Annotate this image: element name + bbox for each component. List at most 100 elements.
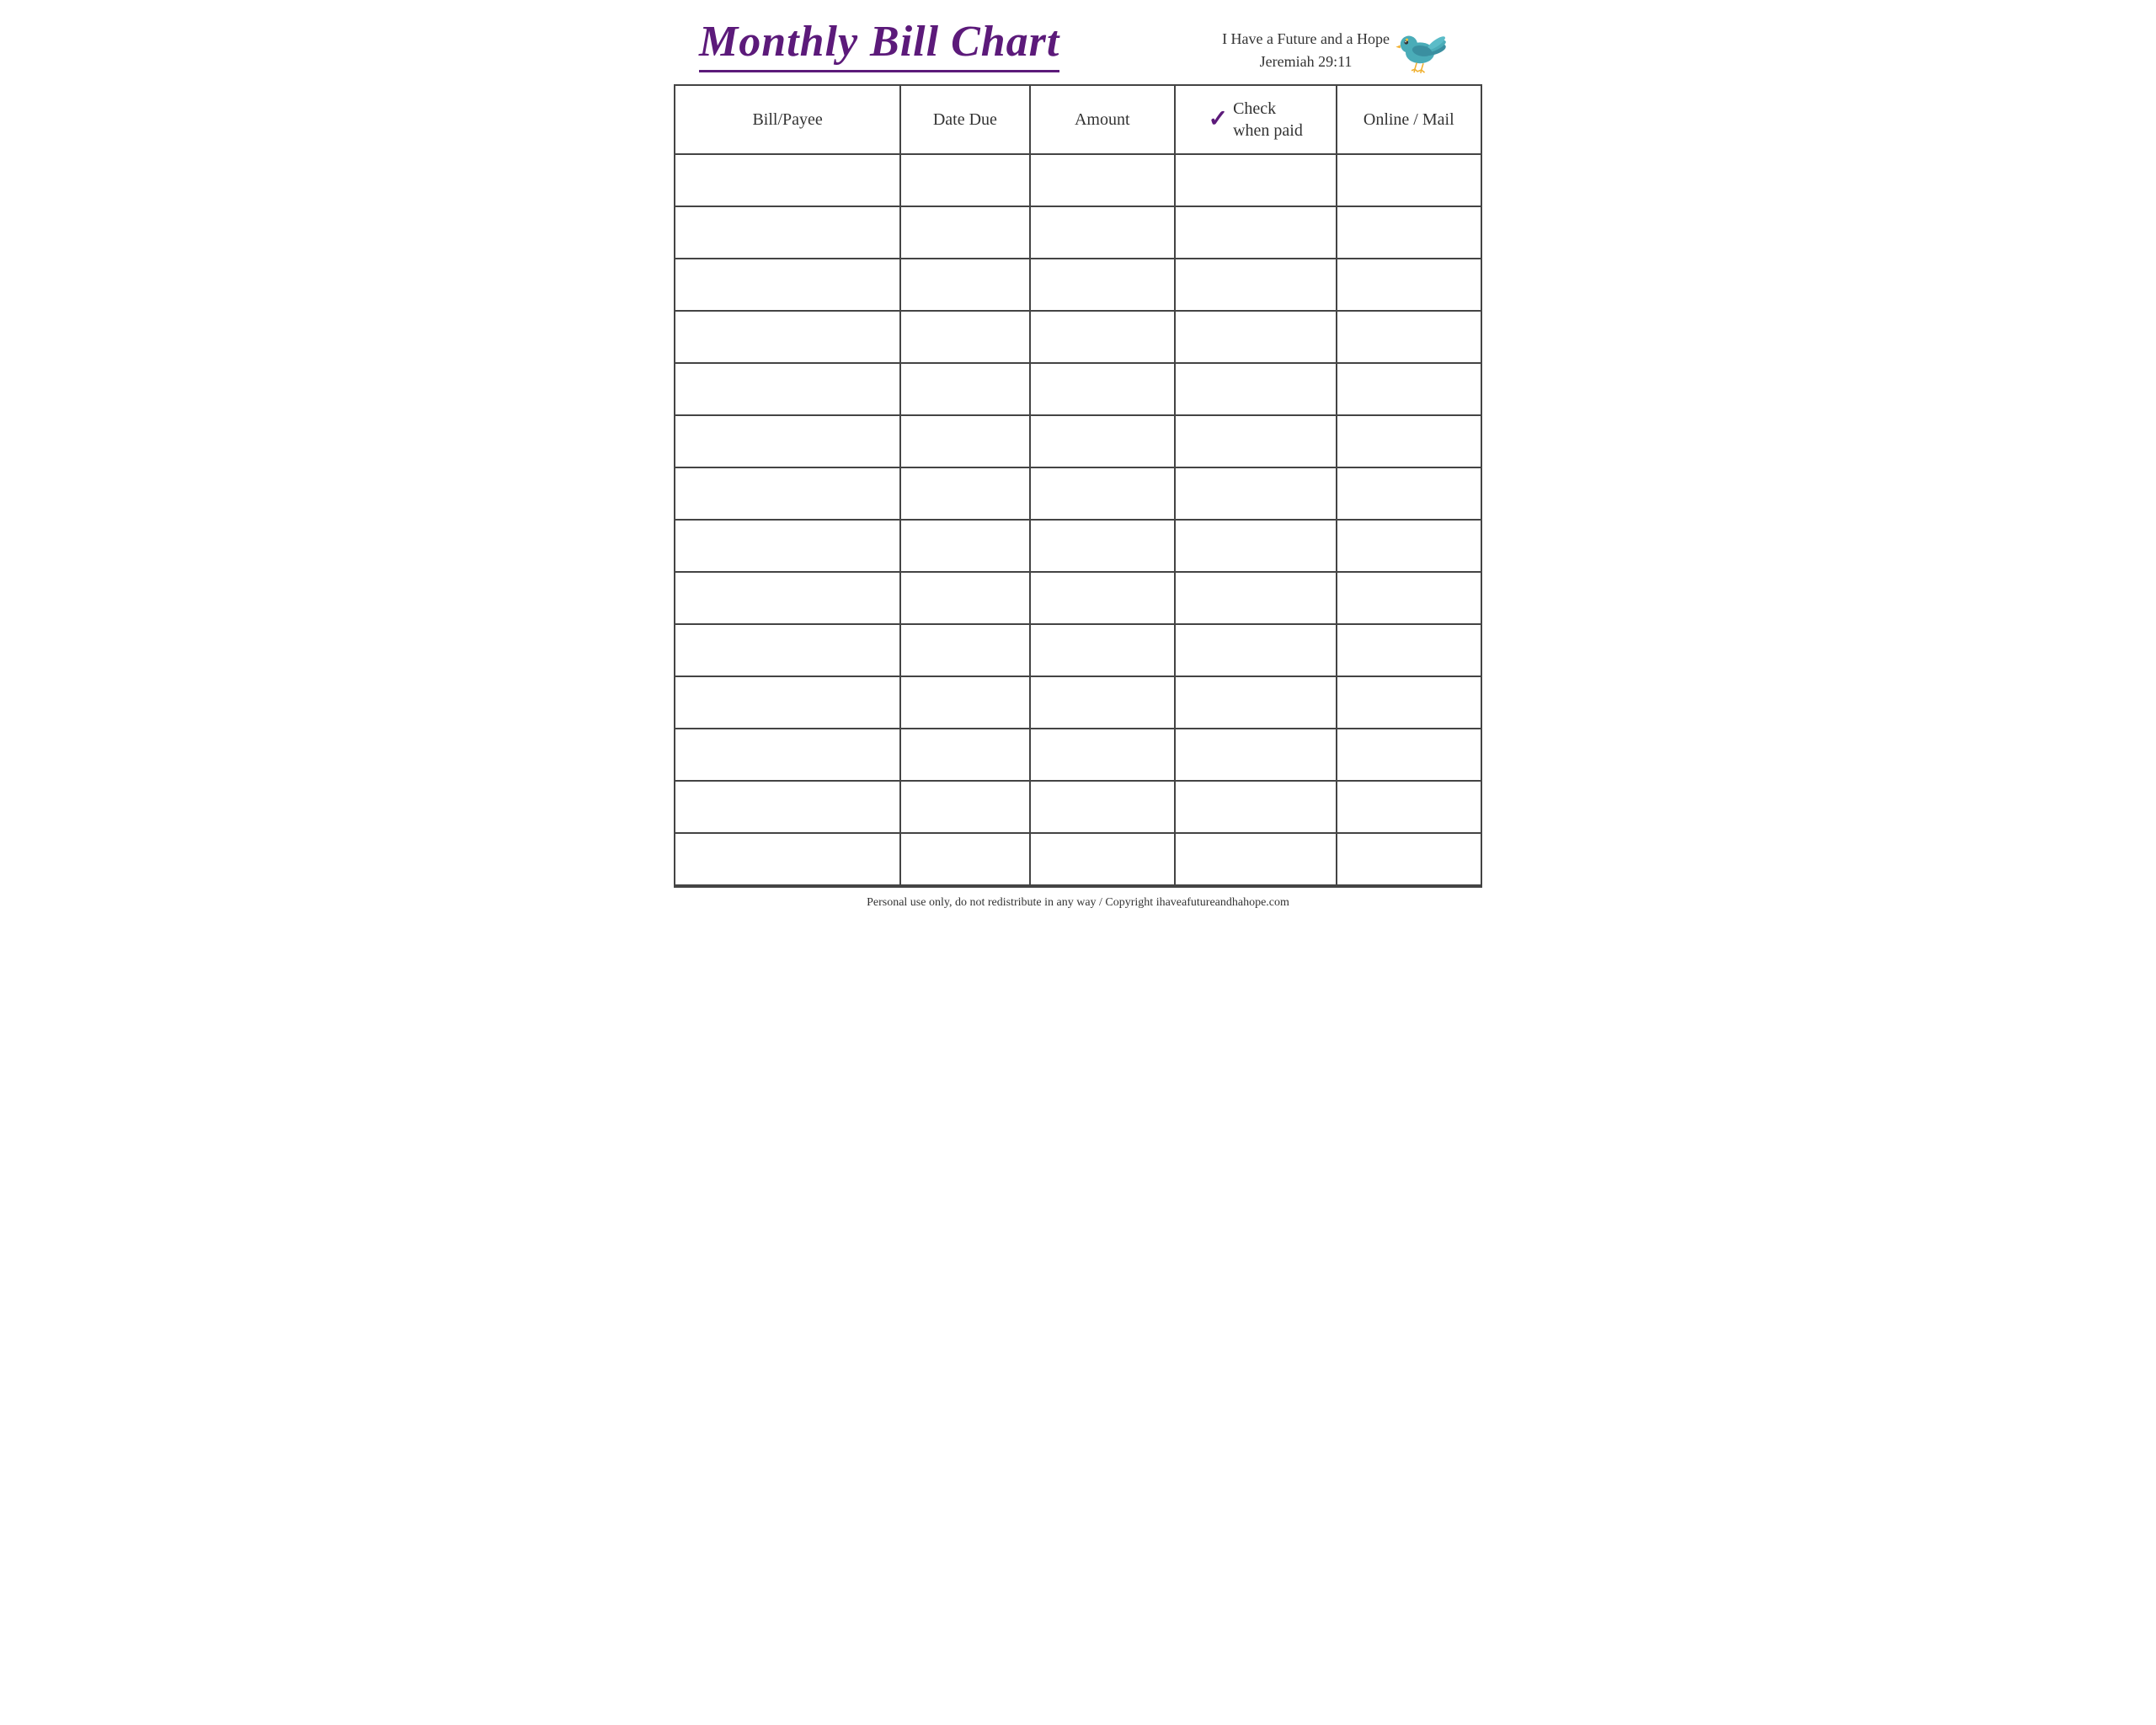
checkmark-icon: ✓ bbox=[1209, 108, 1228, 131]
table-cell bbox=[1337, 363, 1481, 415]
col-header-online-mail: Online / Mail bbox=[1337, 85, 1481, 154]
table-row bbox=[675, 206, 1481, 259]
table-cell bbox=[1337, 833, 1481, 885]
table-cell bbox=[1175, 415, 1337, 467]
table-cell bbox=[1030, 206, 1175, 259]
table-row bbox=[675, 363, 1481, 415]
table-cell bbox=[675, 676, 900, 729]
table-cell bbox=[675, 415, 900, 467]
page-title: Monthly Bill Chart bbox=[699, 17, 1059, 72]
table-cell bbox=[900, 259, 1029, 311]
table-body bbox=[675, 154, 1481, 885]
table-cell bbox=[1175, 676, 1337, 729]
table-cell bbox=[1175, 206, 1337, 259]
col-header-bill-payee: Bill/Payee bbox=[675, 85, 900, 154]
table-cell bbox=[900, 676, 1029, 729]
col-header-amount: Amount bbox=[1030, 85, 1175, 154]
table-cell bbox=[1175, 363, 1337, 415]
table-cell bbox=[1030, 311, 1175, 363]
tagline-line1: I Have a Future and a Hope bbox=[1222, 28, 1390, 51]
table-cell bbox=[900, 154, 1029, 206]
table-cell bbox=[1175, 154, 1337, 206]
table-cell bbox=[1337, 781, 1481, 833]
table-cell bbox=[1175, 624, 1337, 676]
table-row bbox=[675, 781, 1481, 833]
table-cell bbox=[1030, 833, 1175, 885]
table-cell bbox=[675, 467, 900, 520]
table-cell bbox=[1337, 676, 1481, 729]
table-cell bbox=[1337, 467, 1481, 520]
table-cell bbox=[1337, 206, 1481, 259]
table-cell bbox=[1175, 572, 1337, 624]
table-cell bbox=[675, 729, 900, 781]
table-cell bbox=[1337, 415, 1481, 467]
table-cell bbox=[1175, 729, 1337, 781]
table-cell bbox=[1337, 624, 1481, 676]
table-cell bbox=[1030, 781, 1175, 833]
table-row bbox=[675, 520, 1481, 572]
table-cell bbox=[1030, 415, 1175, 467]
table-cell bbox=[675, 206, 900, 259]
table-cell bbox=[1175, 311, 1337, 363]
table-cell bbox=[900, 311, 1029, 363]
tagline-section: I Have a Future and a Hope Jeremiah 29:1… bbox=[1222, 28, 1390, 73]
table-cell bbox=[675, 154, 900, 206]
table-cell bbox=[900, 572, 1029, 624]
table-cell bbox=[1175, 520, 1337, 572]
table-cell bbox=[675, 781, 900, 833]
table-cell bbox=[1030, 572, 1175, 624]
table-cell bbox=[1337, 259, 1481, 311]
table-cell bbox=[1337, 311, 1481, 363]
footer: Personal use only, do not redistribute i… bbox=[674, 886, 1482, 918]
table-cell bbox=[1175, 259, 1337, 311]
table-row bbox=[675, 729, 1481, 781]
table-cell bbox=[1030, 676, 1175, 729]
table-cell bbox=[1030, 467, 1175, 520]
table-cell bbox=[1030, 520, 1175, 572]
table-cell bbox=[675, 833, 900, 885]
col-header-date-due: Date Due bbox=[900, 85, 1029, 154]
table-cell bbox=[900, 833, 1029, 885]
check-header-content: ✓ Check when paid bbox=[1182, 98, 1329, 142]
bird-icon bbox=[1390, 17, 1457, 76]
header: Monthly Bill Chart I Have a Future and a… bbox=[674, 0, 1482, 84]
table-row bbox=[675, 833, 1481, 885]
table-cell bbox=[1030, 729, 1175, 781]
title-section: Monthly Bill Chart bbox=[699, 17, 1059, 72]
table-cell bbox=[900, 363, 1029, 415]
table-cell bbox=[675, 259, 900, 311]
table-cell bbox=[1337, 520, 1481, 572]
table-cell bbox=[1030, 154, 1175, 206]
table-header-row: Bill/Payee Date Due Amount ✓ Check w bbox=[675, 85, 1481, 154]
table-cell bbox=[675, 520, 900, 572]
table-cell bbox=[900, 415, 1029, 467]
table-row bbox=[675, 676, 1481, 729]
bill-chart-table: Bill/Payee Date Due Amount ✓ Check w bbox=[674, 84, 1482, 886]
table-cell bbox=[675, 624, 900, 676]
bird-container: I Have a Future and a Hope Jeremiah 29:1… bbox=[1222, 17, 1457, 76]
table-row bbox=[675, 572, 1481, 624]
table-cell bbox=[900, 624, 1029, 676]
table-cell bbox=[675, 572, 900, 624]
tagline-line2: Jeremiah 29:11 bbox=[1260, 51, 1353, 73]
table-row bbox=[675, 624, 1481, 676]
table-cell bbox=[1337, 154, 1481, 206]
table-cell bbox=[1175, 781, 1337, 833]
table-row bbox=[675, 259, 1481, 311]
table-cell bbox=[1175, 833, 1337, 885]
table-row bbox=[675, 311, 1481, 363]
footer-text: Personal use only, do not redistribute i… bbox=[867, 896, 1289, 909]
table-cell bbox=[1030, 363, 1175, 415]
table-cell bbox=[1337, 572, 1481, 624]
table-row bbox=[675, 154, 1481, 206]
table-cell bbox=[900, 729, 1029, 781]
table-cell bbox=[900, 781, 1029, 833]
check-text: Check when paid bbox=[1233, 98, 1303, 142]
table-wrapper: Bill/Payee Date Due Amount ✓ Check w bbox=[674, 84, 1482, 886]
table-cell bbox=[1030, 624, 1175, 676]
table-cell bbox=[1030, 259, 1175, 311]
col-header-check-when-paid: ✓ Check when paid bbox=[1175, 85, 1337, 154]
page-container: Monthly Bill Chart I Have a Future and a… bbox=[674, 0, 1482, 918]
table-cell bbox=[675, 311, 900, 363]
table-cell bbox=[1337, 729, 1481, 781]
